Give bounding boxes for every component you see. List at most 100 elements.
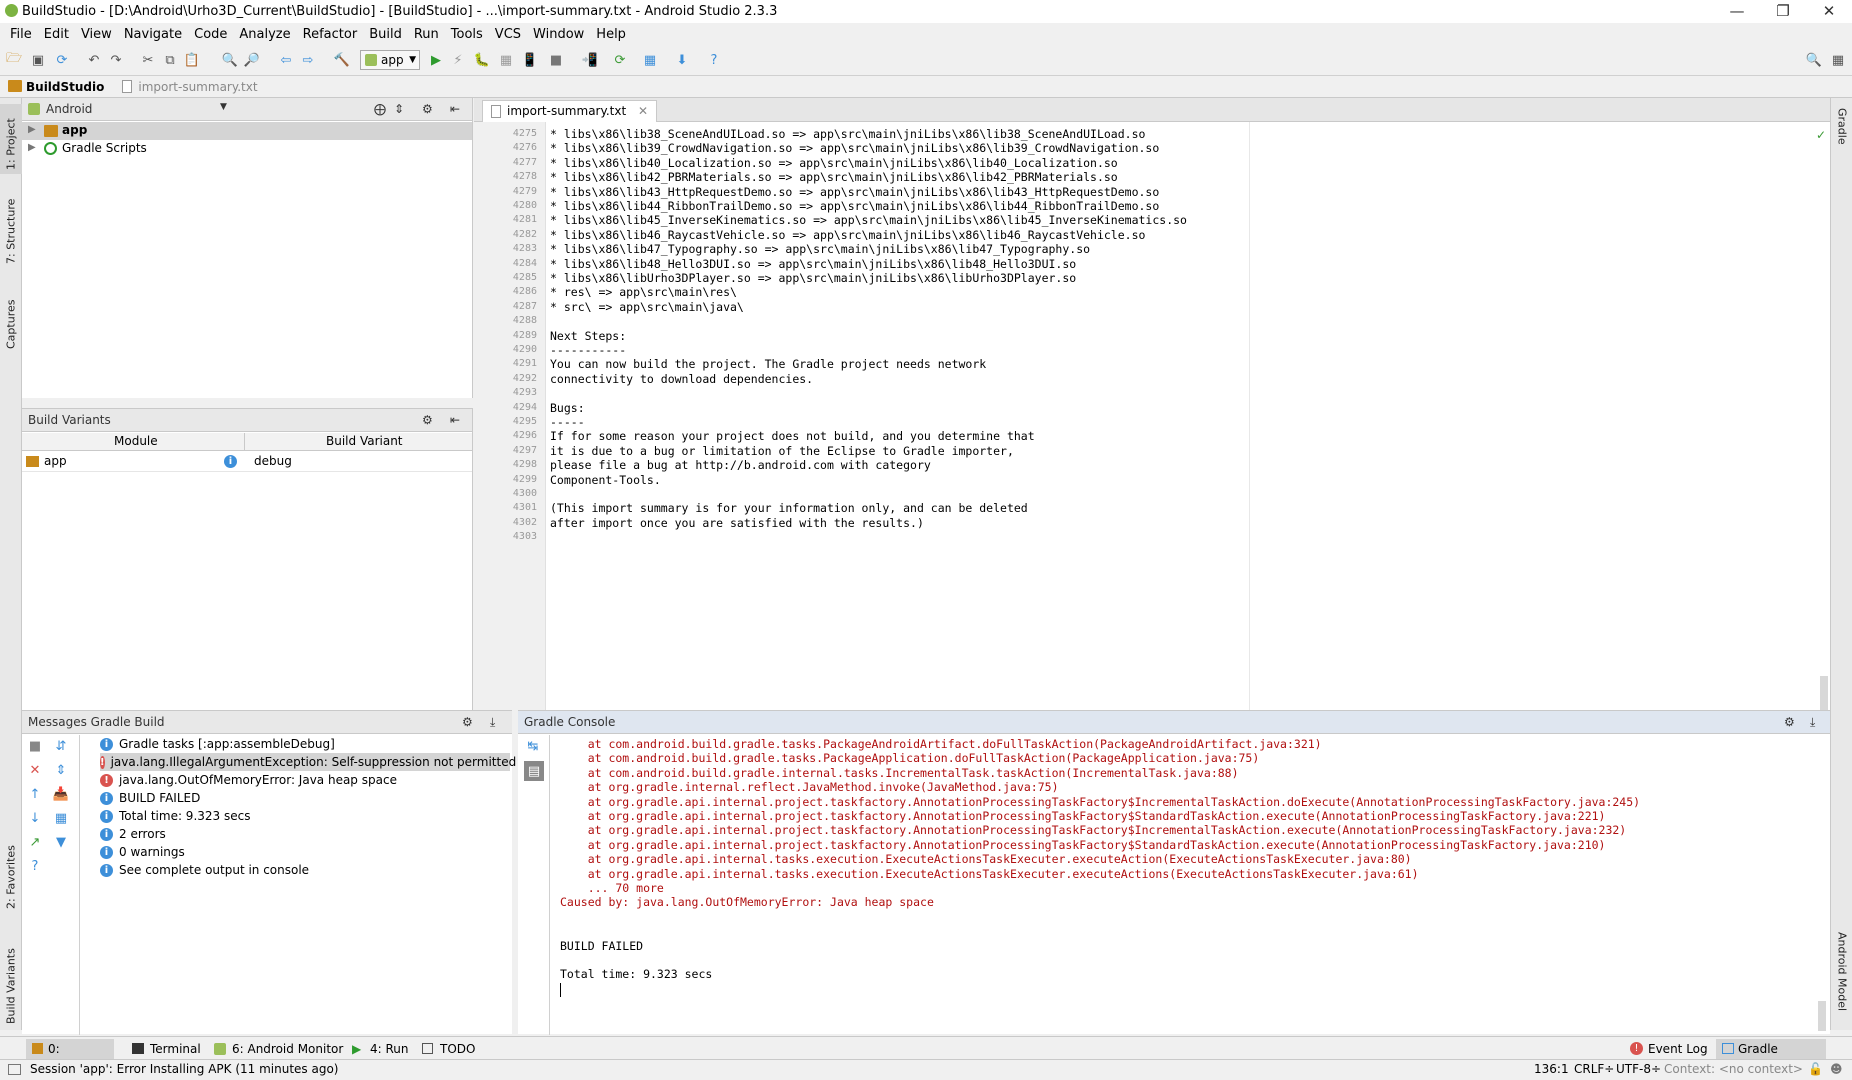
- hide-panel-icon[interactable]: ⤓: [490, 715, 495, 730]
- menu-help[interactable]: Help: [590, 27, 632, 42]
- sync-icon[interactable]: ⟳: [54, 52, 70, 68]
- tab-run[interactable]: ▶ 4: Run: [348, 1039, 409, 1059]
- tab-gradle[interactable]: Gradle: [1831, 104, 1852, 164]
- menu-file[interactable]: File: [4, 27, 38, 42]
- expand-arrow-icon[interactable]: ▶: [28, 142, 36, 153]
- tab-structure[interactable]: 7: Structure: [0, 188, 22, 268]
- list-item[interactable]: ! java.lang.IllegalArgumentException: Sel…: [100, 753, 516, 771]
- menu-analyze[interactable]: Analyze: [233, 27, 296, 42]
- undo-icon[interactable]: ↶: [86, 52, 102, 68]
- hide-panel-icon[interactable]: ⇤: [450, 413, 460, 427]
- project-view-select[interactable]: Android ▼: [46, 102, 227, 116]
- cut-icon[interactable]: ✂: [140, 52, 156, 68]
- export-icon[interactable]: 📥: [53, 787, 69, 802]
- open-folder-icon[interactable]: 🗁: [6, 51, 22, 68]
- tab-captures[interactable]: Captures: [0, 283, 22, 353]
- forward-icon[interactable]: ⇨: [300, 52, 316, 68]
- project-structure-icon[interactable]: ▦: [642, 52, 658, 68]
- menu-edit[interactable]: Edit: [38, 27, 75, 42]
- line-separator[interactable]: CRLF÷: [1574, 1062, 1614, 1076]
- attach-debugger-icon[interactable]: 📱: [522, 52, 538, 68]
- menu-navigate[interactable]: Navigate: [118, 27, 188, 42]
- tool-window-toggle-icon[interactable]: [8, 1064, 21, 1075]
- console-output[interactable]: at com.android.build.gradle.tasks.Packag…: [518, 735, 1818, 1035]
- help-icon[interactable]: ?: [28, 859, 42, 874]
- stop-icon[interactable]: ■: [548, 52, 564, 68]
- menu-code[interactable]: Code: [188, 27, 233, 42]
- minimize-button[interactable]: —: [1714, 0, 1760, 23]
- menu-vcs[interactable]: VCS: [489, 27, 527, 42]
- tab-gradle-console[interactable]: Gradle Console: [1716, 1039, 1826, 1076]
- paste-icon[interactable]: 📋: [184, 52, 200, 68]
- avd-manager-icon[interactable]: 📲: [582, 52, 598, 68]
- copy-icon[interactable]: ⧉: [162, 52, 178, 68]
- variant-select[interactable]: debug: [254, 454, 292, 468]
- menu-window[interactable]: Window: [527, 27, 590, 42]
- run-config-select[interactable]: app ▼: [360, 50, 420, 70]
- back-icon[interactable]: ⇦: [278, 52, 294, 68]
- list-item[interactable]: i See complete output in console: [100, 861, 309, 879]
- close-tab-icon[interactable]: ✕: [638, 104, 648, 118]
- open-output-icon[interactable]: ↗: [28, 835, 42, 850]
- close-button[interactable]: ✕: [1806, 0, 1852, 23]
- debug-icon[interactable]: 🐛: [474, 52, 490, 68]
- lock-icon[interactable]: 🔓: [1808, 1062, 1823, 1076]
- table-row[interactable]: app i debug: [22, 452, 472, 472]
- tab-import-summary[interactable]: import-summary.txt ✕: [482, 100, 658, 122]
- breadcrumb-project[interactable]: BuildStudio: [0, 76, 112, 98]
- status-message[interactable]: Session 'app': Error Installing APK (11 …: [30, 1062, 338, 1076]
- tree-item-gradle-scripts[interactable]: ▶ Gradle Scripts: [22, 140, 472, 158]
- list-item[interactable]: i2 errors: [100, 825, 166, 843]
- menu-build[interactable]: Build: [363, 27, 408, 42]
- help-icon[interactable]: ?: [706, 52, 722, 68]
- list-item[interactable]: i0 warnings: [100, 843, 185, 861]
- next-icon[interactable]: ↓: [28, 811, 42, 826]
- tab-messages[interactable]: 0: Messages: [26, 1039, 114, 1076]
- tab-build-variants[interactable]: Build Variants: [0, 928, 22, 1028]
- list-item[interactable]: i Gradle tasks [:app:assembleDebug]: [100, 735, 335, 753]
- code-body[interactable]: * libs\x86\lib38_SceneAndUILoad.so => ap…: [474, 122, 1830, 710]
- collapse-all-icon[interactable]: ⇕: [54, 763, 68, 778]
- console-scrollbar[interactable]: [1818, 1001, 1826, 1031]
- scroll-from-source-icon[interactable]: ⨁: [374, 102, 386, 116]
- sdk-manager-icon[interactable]: ⬇: [674, 52, 690, 68]
- menu-view[interactable]: View: [75, 27, 118, 42]
- menu-tools[interactable]: Tools: [445, 27, 489, 42]
- tab-event-log[interactable]: ! Event Log: [1626, 1039, 1708, 1059]
- run-icon[interactable]: ▶: [428, 52, 444, 68]
- close-icon[interactable]: ✕: [28, 763, 42, 778]
- breadcrumb-file[interactable]: import-summary.txt: [112, 76, 265, 98]
- more-icon[interactable]: ▦: [1830, 52, 1846, 68]
- filter-icon[interactable]: ▼: [54, 835, 68, 850]
- find-icon[interactable]: 🔍: [222, 52, 238, 68]
- list-item[interactable]: i Total time: 9.323 secs: [100, 807, 250, 825]
- previous-icon[interactable]: ↑: [28, 787, 42, 802]
- gear-icon[interactable]: ⚙: [422, 413, 433, 427]
- list-item[interactable]: i BUILD FAILED: [100, 789, 200, 807]
- make-project-icon[interactable]: 🔨: [334, 52, 350, 68]
- tab-terminal[interactable]: Terminal: [128, 1039, 201, 1059]
- tab-project[interactable]: 1: Project: [0, 104, 22, 174]
- gear-icon[interactable]: ⚙: [462, 715, 473, 729]
- stop-icon[interactable]: ■: [28, 739, 42, 754]
- caret-position[interactable]: 136:1: [1534, 1062, 1569, 1076]
- sync-gradle-icon[interactable]: ⟳: [612, 52, 628, 68]
- apply-changes-icon[interactable]: ⚡: [450, 52, 466, 68]
- tab-favorites[interactable]: 2: Favorites: [0, 833, 22, 913]
- tree-item-app[interactable]: ▶ app: [22, 122, 472, 140]
- expand-arrow-icon[interactable]: ▶: [28, 124, 36, 135]
- maximize-button[interactable]: ❐: [1760, 0, 1806, 23]
- tab-todo[interactable]: TODO: [418, 1039, 475, 1059]
- autoscroll-icon[interactable]: ▦: [54, 811, 68, 826]
- hide-panel-icon[interactable]: ⤓: [1810, 715, 1815, 730]
- save-icon[interactable]: ▣: [30, 52, 46, 68]
- redo-icon[interactable]: ↷: [108, 52, 124, 68]
- tab-android-model[interactable]: Android Model: [1831, 928, 1852, 1028]
- menu-refactor[interactable]: Refactor: [297, 27, 364, 42]
- gear-icon[interactable]: ⚙: [1784, 715, 1795, 729]
- gear-icon[interactable]: ⚙: [422, 102, 433, 116]
- replace-icon[interactable]: 🔎: [244, 52, 260, 68]
- editor-scrollbar[interactable]: [1820, 676, 1828, 710]
- file-encoding[interactable]: UTF-8÷: [1616, 1062, 1661, 1076]
- hide-panel-icon[interactable]: ⇤: [450, 102, 460, 116]
